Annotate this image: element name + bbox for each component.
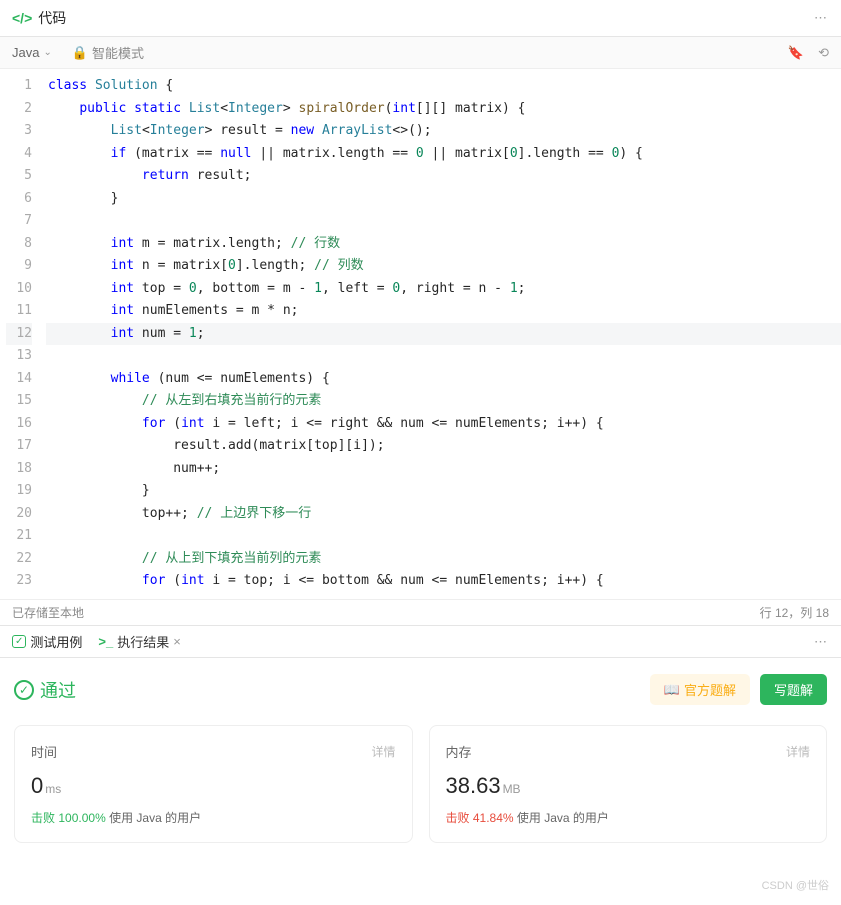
- memory-value: 38.63MB: [446, 773, 811, 799]
- code-icon: </>: [12, 10, 32, 26]
- tab-testcase-label: 测试用例: [30, 632, 82, 651]
- bookmark-icon[interactable]: 🔖: [788, 45, 804, 61]
- code-area[interactable]: class Solution { public static List<Inte…: [40, 69, 841, 599]
- code-editor[interactable]: 1234567891011121314151617181920212223 cl…: [0, 69, 841, 599]
- editor-toolbar: Java ⌄ 🔒 智能模式 🔖 ⟲: [0, 37, 841, 69]
- more-icon[interactable]: ⋯: [814, 634, 829, 650]
- tab-testcase[interactable]: ✓ 测试用例: [12, 632, 82, 651]
- memory-title: 内存: [446, 742, 786, 761]
- cursor-position: 行 12，列 18: [760, 604, 829, 621]
- write-solution-button[interactable]: 写题解: [760, 674, 827, 705]
- result-status: ✓ 通过: [14, 677, 76, 703]
- official-label: 官方题解: [684, 680, 736, 699]
- close-icon[interactable]: ×: [173, 634, 181, 649]
- memory-beat: 击败 41.84% 使用 Java 的用户: [446, 809, 811, 826]
- tab-result[interactable]: >_ 执行结果 ×: [98, 632, 180, 651]
- check-icon: ✓: [12, 635, 26, 648]
- time-value: 0ms: [31, 773, 396, 799]
- mode-label: 智能模式: [92, 43, 144, 62]
- tab-result-label: 执行结果: [117, 632, 169, 651]
- chevron-down-icon: ⌄: [43, 47, 51, 58]
- result-panel: ✓ 通过 📖 官方题解 写题解 时间 详情 0ms 击败 100.00% 使用 …: [0, 658, 841, 859]
- terminal-icon: >_: [98, 634, 113, 649]
- refresh-icon[interactable]: ⟲: [818, 45, 829, 61]
- official-solution-button[interactable]: 📖 官方题解: [650, 674, 750, 705]
- more-icon[interactable]: ⋯: [814, 10, 829, 26]
- result-tabs: ✓ 测试用例 >_ 执行结果 × ⋯: [0, 625, 841, 658]
- time-detail-link[interactable]: 详情: [371, 743, 395, 760]
- success-icon: ✓: [14, 680, 34, 700]
- line-gutter: 1234567891011121314151617181920212223: [0, 69, 40, 599]
- lock-icon: 🔒: [72, 45, 88, 61]
- memory-card: 内存 详情 38.63MB 击败 41.84% 使用 Java 的用户: [429, 725, 828, 843]
- time-card: 时间 详情 0ms 击败 100.00% 使用 Java 的用户: [14, 725, 413, 843]
- watermark: CSDN @世俗: [762, 877, 829, 893]
- time-beat: 击败 100.00% 使用 Java 的用户: [31, 809, 396, 826]
- status-text: 通过: [40, 677, 76, 703]
- language-selector[interactable]: Java ⌄: [12, 45, 52, 60]
- code-header: </> 代码 ⋯: [0, 0, 841, 37]
- book-icon: 📖: [664, 682, 680, 698]
- editor-statusbar: 已存储至本地 行 12，列 18: [0, 599, 841, 625]
- smart-mode[interactable]: 🔒 智能模式: [72, 43, 144, 62]
- panel-title: 代码: [38, 8, 814, 28]
- time-title: 时间: [31, 742, 371, 761]
- saved-status: 已存储至本地: [12, 604, 84, 621]
- memory-detail-link[interactable]: 详情: [786, 743, 810, 760]
- language-label: Java: [12, 45, 39, 60]
